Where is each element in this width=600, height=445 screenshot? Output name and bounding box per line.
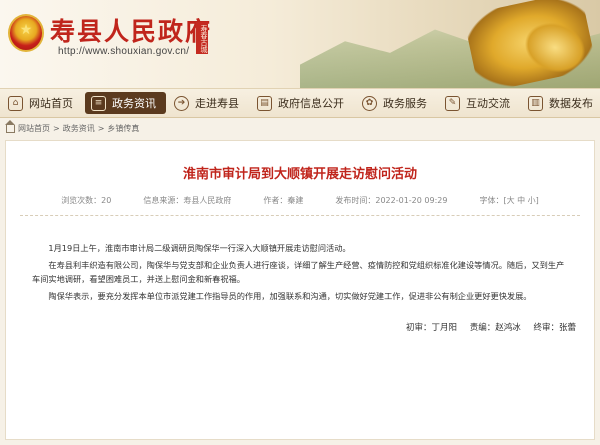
site-url: http://www.shouxian.gov.cn/	[58, 46, 190, 57]
article-meta: 浏览次数：20 信息来源：寿县人民政府 作者：秦建 发布时间：2022-01-2…	[6, 195, 594, 206]
nav-label: 互动交流	[466, 97, 510, 110]
breadcrumb-separator: >	[97, 124, 105, 133]
final-reviewer: 终审：张蕾	[533, 323, 576, 333]
nav-item-about[interactable]: ➔ 走进寿县	[168, 92, 249, 114]
breadcrumb-home-icon	[5, 119, 15, 133]
header-banner: 寿县人民政府 http://www.shouxian.gov.cn/ 寿春古城	[0, 0, 600, 88]
article-title: 淮南市审计局到大顺镇开展走访慰问活动	[182, 167, 417, 182]
view-count: 浏览次数：20	[61, 196, 112, 205]
article-card: 淮南市审计局到大顺镇开展走访慰问活动 浏览次数：20 信息来源：寿县人民政府 作…	[5, 140, 595, 440]
nav-label: 网站首页	[29, 97, 73, 110]
publish-time: 发布时间：2022-01-20 09:29	[335, 196, 448, 205]
nav-item-data[interactable]: ▥ 数据发布	[522, 92, 600, 114]
breadcrumb-news[interactable]: 政务资讯	[63, 123, 95, 134]
seal-stamp: 寿春古城	[196, 22, 208, 54]
nav-item-services[interactable]: ✿ 政务服务	[356, 92, 437, 114]
nav-item-home[interactable]: ⌂ 网站首页	[2, 92, 83, 114]
service-icon: ✿	[362, 95, 377, 111]
national-emblem-icon[interactable]	[8, 14, 44, 52]
main-nav: ⌂ 网站首页 ≡ 政务资讯 ➔ 走进寿县 ▤ 政府信息公开 ✿ 政务服务 ✎ 互…	[0, 88, 600, 118]
article-paragraph: 在寿县利丰织造有限公司，陶保华与党支部和企业负责人进行座谈，详细了解生产经营、疫…	[32, 260, 565, 284]
nav-label: 数据发布	[549, 97, 593, 110]
article-signature: 初审：丁月阳 责编：赵鸿冰 终审：张蕾	[396, 321, 576, 333]
breadcrumb-separator: >	[53, 124, 60, 133]
breadcrumb: 网站首页 > 政务资讯 > 乡镇传真	[5, 119, 139, 134]
meta-divider	[20, 215, 580, 216]
breadcrumb-home[interactable]: 网站首页	[18, 123, 50, 134]
article-paragraph: 1月19日上午，淮南市审计局二级调研员陶保华一行深入大顺镇开展走访慰问活动。	[48, 243, 351, 253]
breadcrumb-current[interactable]: 乡镇传真	[107, 123, 139, 134]
info-source: 信息来源：寿县人民政府	[143, 196, 232, 205]
nav-label: 政务资讯	[112, 97, 156, 110]
nav-label: 走进寿县	[195, 97, 239, 110]
site-title[interactable]: 寿县人民政府	[50, 12, 212, 48]
first-reviewer: 初审：丁月阳	[406, 323, 458, 333]
data-icon: ▥	[528, 95, 543, 111]
article-paragraph: 陶保华表示，要充分发挥本单位市派党建工作指导员的作用，加强联系和沟通，切实做好党…	[48, 291, 532, 301]
chat-icon: ✎	[445, 95, 460, 111]
editor: 责编：赵鸿冰	[469, 323, 521, 333]
arrow-icon: ➔	[174, 95, 189, 111]
nav-item-interaction[interactable]: ✎ 互动交流	[439, 92, 520, 114]
article-body: 1月19日上午，淮南市审计局二级调研员陶保华一行深入大顺镇开展走访慰问活动。 在…	[32, 241, 568, 306]
home-icon: ⌂	[8, 95, 23, 111]
folder-icon: ▤	[257, 95, 272, 111]
nav-label: 政府信息公开	[278, 97, 344, 110]
nav-label: 政务服务	[383, 97, 427, 110]
author: 作者：秦建	[263, 196, 304, 205]
nav-item-info-disclosure[interactable]: ▤ 政府信息公开	[251, 92, 354, 114]
nav-item-news[interactable]: ≡ 政务资讯	[85, 92, 166, 114]
font-size-selector[interactable]: 字体：[大 中 小]	[479, 195, 538, 206]
news-icon: ≡	[91, 95, 106, 111]
